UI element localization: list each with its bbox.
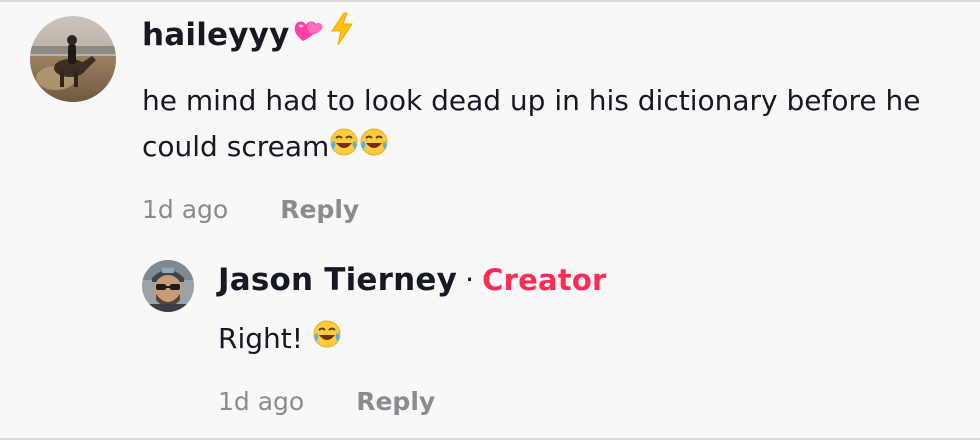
creator-badge: Creator	[482, 263, 607, 297]
reply-button[interactable]: Reply	[280, 193, 359, 227]
comment-text: he mind had to look dead up in his dicti…	[142, 78, 974, 171]
avatar[interactable]	[142, 260, 194, 312]
lightning-icon	[329, 12, 355, 58]
comment-thread: haileyyy he mind had to look dead up in …	[0, 0, 980, 440]
comment-username-row: haileyyy	[142, 12, 974, 58]
reply-username[interactable]: Jason Tierney	[218, 258, 457, 302]
avatar[interactable]	[30, 16, 116, 102]
reply-text-content: Right!	[218, 322, 303, 355]
reply-meta: 1d ago Reply	[218, 385, 938, 419]
comment-meta: 1d ago Reply	[142, 193, 974, 227]
reply-button[interactable]: Reply	[356, 385, 435, 419]
reply-body: Jason Tierney · Creator Right! 1d ago Re…	[218, 258, 938, 419]
separator-dot: ·	[465, 263, 475, 296]
reply-text: Right!	[218, 316, 980, 363]
comment-text-content: he mind had to look dead up in his dicti…	[142, 84, 921, 163]
laughing-crying-emoji	[329, 125, 359, 171]
reply-username-row: Jason Tierney · Creator	[218, 258, 938, 302]
reply-timestamp: 1d ago	[218, 387, 305, 416]
avatar-creator-image	[142, 260, 194, 312]
comment-timestamp: 1d ago	[142, 195, 229, 224]
heart-icon	[293, 13, 327, 57]
comment-body: haileyyy he mind had to look dead up in …	[142, 12, 974, 227]
comment-username[interactable]: haileyyy	[142, 13, 290, 57]
laughing-crying-emoji	[359, 125, 389, 171]
avatar-horse-rider-image	[30, 16, 116, 102]
laughing-crying-emoji	[312, 317, 342, 363]
